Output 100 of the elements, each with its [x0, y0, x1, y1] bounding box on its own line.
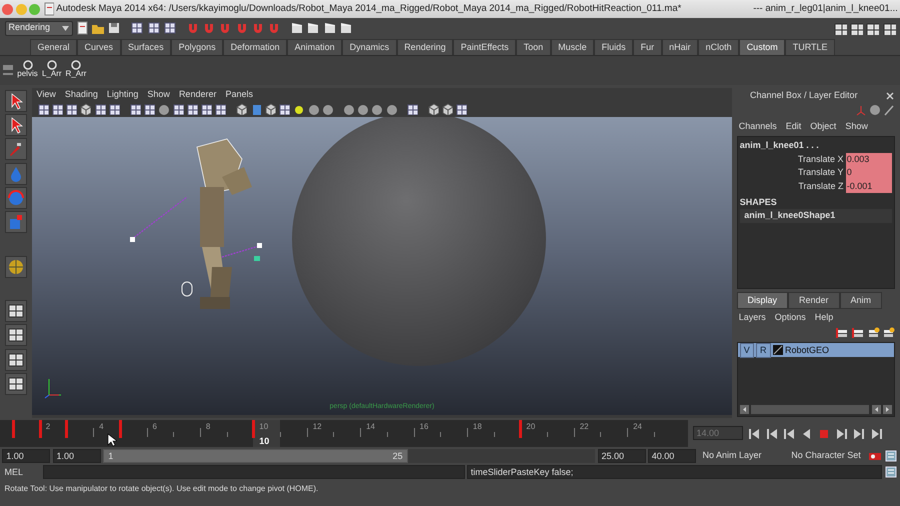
- step-back-icon[interactable]: [764, 426, 778, 440]
- color-swatch-icon[interactable]: [772, 345, 783, 356]
- layout-icon[interactable]: [5, 372, 27, 395]
- grid-icon[interactable]: [36, 102, 48, 114]
- lasso-tool-icon[interactable]: [5, 114, 27, 136]
- cube-icon[interactable]: [440, 102, 453, 114]
- shelf-tab[interactable]: Polygons: [171, 38, 224, 56]
- shelf-tab[interactable]: Fur: [633, 38, 662, 56]
- channel-box-menu[interactable]: Object: [810, 120, 836, 134]
- grid-icon[interactable]: [186, 102, 198, 114]
- layer-editor-tab[interactable]: Render: [788, 292, 840, 310]
- shelf-tab[interactable]: Rendering: [396, 38, 454, 56]
- command-input-field[interactable]: [42, 465, 464, 480]
- time-slider[interactable]: 2 4 6 8 10 12 14 16 18 20 22 24 10: [0, 420, 688, 447]
- shelf-button[interactable]: pelvis: [16, 58, 38, 78]
- shelf-button[interactable]: R_Arr: [65, 58, 87, 78]
- rotate-tool-icon[interactable]: [5, 186, 27, 209]
- cube-icon[interactable]: [79, 102, 92, 114]
- globe-icon[interactable]: [5, 256, 27, 278]
- grid-icon[interactable]: [143, 102, 155, 114]
- panel-menu[interactable]: Show: [147, 88, 170, 100]
- attribute-value-field[interactable]: -0.001: [846, 180, 892, 194]
- cube-icon[interactable]: [235, 102, 248, 114]
- layers-icon[interactable]: [836, 327, 850, 340]
- grid-icon[interactable]: [200, 102, 212, 114]
- grid-icon[interactable]: [108, 102, 120, 114]
- layer-editor-tab[interactable]: Anim: [840, 292, 882, 310]
- channel-box-menu[interactable]: Channels: [738, 120, 777, 134]
- start-time-field[interactable]: 1.00: [2, 449, 50, 463]
- paint-tool-icon[interactable]: [5, 138, 27, 160]
- sphere-icon[interactable]: [342, 102, 354, 114]
- attribute-value-field[interactable]: 0: [846, 166, 892, 180]
- layer-editor-tab[interactable]: Display: [736, 292, 788, 310]
- playback-end-field[interactable]: 25.00: [598, 449, 646, 463]
- grid-icon[interactable]: [162, 21, 177, 35]
- layout-icon[interactable]: [5, 348, 27, 370]
- close-button[interactable]: [2, 4, 14, 14]
- range-slider-handle[interactable]: 1 25: [102, 449, 408, 463]
- cube-icon[interactable]: [264, 102, 276, 114]
- layer-menu[interactable]: Options: [774, 311, 806, 325]
- layer-menu[interactable]: Layers: [738, 311, 766, 325]
- document-icon[interactable]: [42, 2, 54, 16]
- visibility-toggle[interactable]: V: [740, 342, 754, 358]
- layout-icon[interactable]: [5, 324, 27, 346]
- shelf-tab[interactable]: Animation: [287, 38, 342, 56]
- shelf-tab[interactable]: General: [30, 38, 78, 56]
- reference-toggle[interactable]: R: [756, 342, 771, 358]
- grid-icon[interactable]: [50, 102, 63, 114]
- shelf-tab[interactable]: Fluids: [594, 38, 634, 56]
- panel-menu[interactable]: Panels: [225, 88, 253, 100]
- sphere-icon[interactable]: [320, 102, 333, 114]
- sphere-icon[interactable]: [157, 102, 170, 114]
- grid-icon[interactable]: [455, 102, 467, 114]
- layer-row[interactable]: V R RobotGEO: [738, 343, 894, 358]
- save-icon[interactable]: [107, 21, 122, 35]
- grid-icon[interactable]: [278, 102, 290, 114]
- layers-icon[interactable]: [852, 327, 864, 340]
- playback-start-field[interactable]: 1.00: [52, 449, 100, 463]
- shelf-tab[interactable]: TURTLE: [785, 38, 836, 56]
- shelf-tab[interactable]: Custom: [739, 38, 786, 56]
- panel-menu[interactable]: View: [36, 88, 56, 100]
- sphere-icon[interactable]: [370, 102, 382, 114]
- skip-to-start-icon[interactable]: [747, 426, 760, 440]
- layout-icon[interactable]: [849, 21, 863, 35]
- scroll-left-icon[interactable]: [740, 405, 749, 414]
- grid-icon[interactable]: [406, 102, 418, 114]
- grid-icon[interactable]: [130, 21, 144, 35]
- grid-icon[interactable]: [128, 102, 141, 114]
- channel-box-menu[interactable]: Edit: [786, 120, 802, 134]
- sphere-icon[interactable]: [306, 102, 318, 114]
- attribute-value-field[interactable]: 0.003: [846, 152, 892, 166]
- menu-set-dropdown[interactable]: Rendering: [4, 20, 72, 36]
- panel-menu[interactable]: Shading: [64, 88, 98, 100]
- shelf-tab[interactable]: Deformation: [223, 38, 288, 56]
- layer-menu[interactable]: Help: [814, 311, 834, 325]
- script-editor-icon[interactable]: [884, 465, 898, 480]
- panel-menu[interactable]: Lighting: [106, 88, 138, 100]
- grid-icon[interactable]: [94, 102, 106, 114]
- shelf-tab[interactable]: Dynamics: [342, 38, 397, 56]
- shelf-button[interactable]: L_Arr: [40, 58, 63, 78]
- scale-tool-icon[interactable]: [5, 211, 27, 233]
- cube-icon[interactable]: [426, 102, 438, 114]
- select-tool-icon[interactable]: [5, 90, 27, 112]
- layout-icon[interactable]: [882, 21, 896, 35]
- shelf-tab[interactable]: nHair: [662, 38, 698, 56]
- end-time-field[interactable]: 40.00: [648, 449, 696, 463]
- circle-icon[interactable]: [868, 104, 881, 116]
- layout-icon[interactable]: [5, 300, 27, 322]
- shelf-tab[interactable]: Muscle: [550, 38, 594, 56]
- document-icon[interactable]: [74, 21, 89, 35]
- step-back-icon[interactable]: [782, 426, 795, 440]
- shelf-tab[interactable]: Toon: [516, 38, 551, 56]
- anim-layer-dropdown[interactable]: No Anim Layer: [702, 449, 784, 463]
- panel-menu[interactable]: Renderer: [178, 88, 216, 100]
- grid-icon[interactable]: [172, 102, 184, 114]
- channel-box-menu[interactable]: Show: [845, 120, 868, 134]
- grid-icon[interactable]: [65, 102, 77, 114]
- sphere-icon[interactable]: [356, 102, 368, 114]
- language-label[interactable]: MEL: [2, 466, 40, 479]
- sphere-icon[interactable]: [384, 102, 396, 114]
